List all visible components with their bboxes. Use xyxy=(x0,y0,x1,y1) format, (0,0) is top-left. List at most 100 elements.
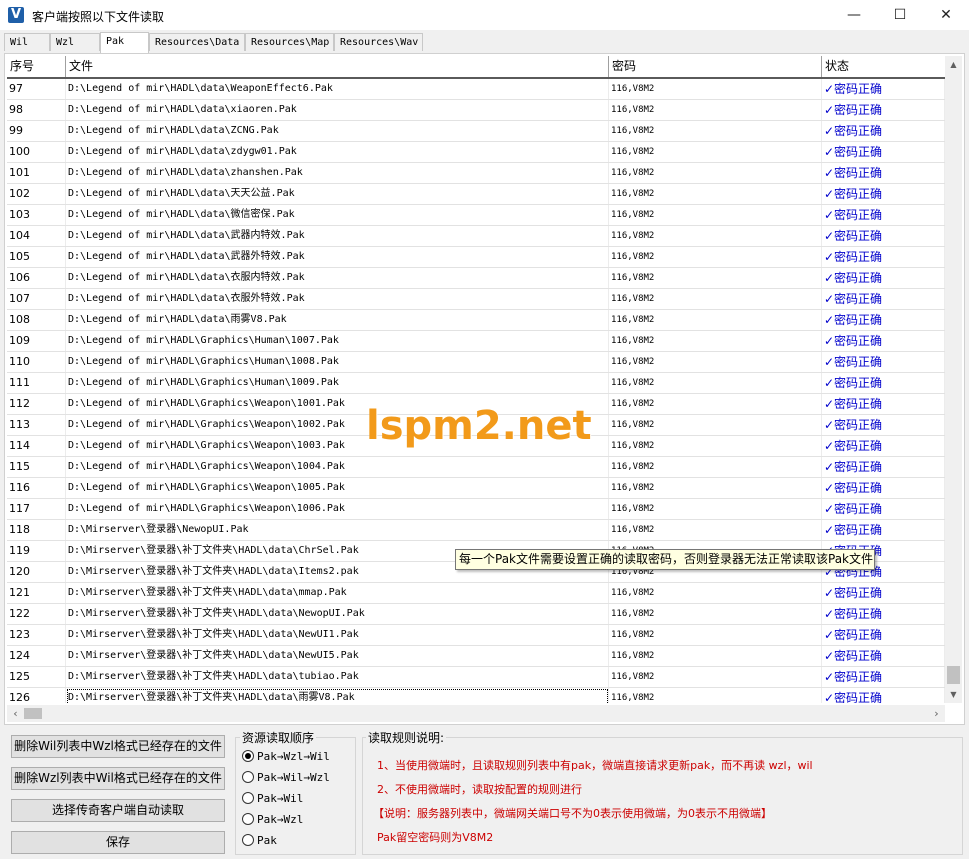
table-row[interactable]: 118 D:\Mirserver\登录器\NewopUI.Pak 116,V8M2 ✓… xyxy=(7,520,945,541)
horizontal-scroll-thumb[interactable] xyxy=(24,708,42,719)
row-password[interactable]: 116,V8M2 xyxy=(609,667,822,687)
row-file-path: D:\Legend of mir\HADL\data\雨雾V8.Pak xyxy=(66,310,609,330)
header-status[interactable]: 状态 xyxy=(822,56,945,77)
table-row[interactable]: 117 D:\Legend of mir\HADL\Graphics\Weapon… xyxy=(7,499,945,520)
table-row[interactable]: 108 D:\Legend of mir\HADL\data\雨雾V8.Pak 11… xyxy=(7,310,945,331)
radio-pak-wil[interactable]: Pak→Wil xyxy=(242,789,303,807)
row-password[interactable]: 116,V8M2 xyxy=(609,457,822,477)
row-status: ✓密码正确 xyxy=(822,163,945,183)
table-row[interactable]: 105 D:\Legend of mir\HADL\data\武器外特效.Pak 1… xyxy=(7,247,945,268)
scroll-down-icon[interactable]: ▼ xyxy=(945,686,962,703)
header-password[interactable]: 密码 xyxy=(609,56,822,77)
radio-checked-icon[interactable] xyxy=(242,750,254,762)
scroll-right-icon[interactable]: › xyxy=(928,705,945,722)
vertical-scroll-thumb[interactable] xyxy=(947,666,960,684)
row-password[interactable]: 116,V8M2 xyxy=(609,205,822,225)
maximize-button[interactable]: ☐ xyxy=(877,0,923,30)
table-row[interactable]: 97 D:\Legend of mir\HADL\data\WeaponEffec… xyxy=(7,79,945,100)
row-status: ✓密码正确 xyxy=(822,688,945,703)
table-row[interactable]: 98 D:\Legend of mir\HADL\data\xiaoren.Pak… xyxy=(7,100,945,121)
row-password[interactable]: 116,V8M2 xyxy=(609,436,822,456)
table-row[interactable]: 106 D:\Legend of mir\HADL\data\衣服内特效.Pak 1… xyxy=(7,268,945,289)
row-password[interactable]: 116,V8M2 xyxy=(609,478,822,498)
row-index: 114 xyxy=(7,436,66,456)
scroll-up-icon[interactable]: ▲ xyxy=(945,56,962,73)
table-row[interactable]: 126 D:\Mirserver\登录器\补丁文件夹\HADL\data\雨雾V8… xyxy=(7,688,945,703)
table-row[interactable]: 121 D:\Mirserver\登录器\补丁文件夹\HADL\data\mmap… xyxy=(7,583,945,604)
save-button[interactable]: 保存 xyxy=(11,831,225,854)
row-index: 126 xyxy=(7,688,66,703)
table-row[interactable]: 125 D:\Mirserver\登录器\补丁文件夹\HADL\data\tubi… xyxy=(7,667,945,688)
row-password[interactable]: 116,V8M2 xyxy=(609,373,822,393)
row-password[interactable]: 116,V8M2 xyxy=(609,247,822,267)
radio-unchecked-icon[interactable] xyxy=(242,771,254,783)
row-index: 105 xyxy=(7,247,66,267)
row-password[interactable]: 116,V8M2 xyxy=(609,583,822,603)
vertical-scrollbar[interactable]: ▲ ▼ xyxy=(945,56,962,703)
row-password[interactable]: 116,V8M2 xyxy=(609,394,822,414)
row-password[interactable]: 116,V8M2 xyxy=(609,226,822,246)
row-password[interactable]: 116,V8M2 xyxy=(609,163,822,183)
table-row[interactable]: 104 D:\Legend of mir\HADL\data\武器内特效.Pak 1… xyxy=(7,226,945,247)
radio-unchecked-icon[interactable] xyxy=(242,834,254,846)
row-password[interactable]: 116,V8M2 xyxy=(609,625,822,645)
row-password[interactable]: 116,V8M2 xyxy=(609,499,822,519)
table-row[interactable]: 99 D:\Legend of mir\HADL\data\ZCNG.Pak 116… xyxy=(7,121,945,142)
row-index: 118 xyxy=(7,520,66,540)
table-row[interactable]: 101 D:\Legend of mir\HADL\data\zhanshen.P… xyxy=(7,163,945,184)
tab-wzl[interactable]: Wzl xyxy=(50,33,100,51)
header-index[interactable]: 序号 xyxy=(7,56,66,77)
row-password[interactable]: 116,V8M2 xyxy=(609,331,822,351)
table-row[interactable]: 124 D:\Mirserver\登录器\补丁文件夹\HADL\data\NewU… xyxy=(7,646,945,667)
table-row[interactable]: 103 D:\Legend of mir\HADL\data\微信密保.Pak 11… xyxy=(7,205,945,226)
table-row[interactable]: 115 D:\Legend of mir\HADL\Graphics\Weapon… xyxy=(7,457,945,478)
tab-wil[interactable]: Wil xyxy=(4,33,50,51)
row-password[interactable]: 116,V8M2 xyxy=(609,79,822,99)
radio-unchecked-icon[interactable] xyxy=(242,792,254,804)
row-password[interactable]: 116,V8M2 xyxy=(609,352,822,372)
tab-resources-map[interactable]: Resources\Map xyxy=(245,33,334,51)
table-row[interactable]: 116 D:\Legend of mir\HADL\Graphics\Weapon… xyxy=(7,478,945,499)
read-rules-title: 读取规则说明: xyxy=(366,729,447,746)
row-password[interactable]: 116,V8M2 xyxy=(609,604,822,624)
delete-wil-duplicates-button[interactable]: 删除Wil列表中Wzl格式已经存在的文件 xyxy=(11,735,225,758)
tab-resources-wav[interactable]: Resources\Wav xyxy=(334,33,423,51)
row-password[interactable]: 116,V8M2 xyxy=(609,184,822,204)
row-password[interactable]: 116,V8M2 xyxy=(609,142,822,162)
tab-pak[interactable]: Pak xyxy=(100,32,149,53)
tab-strip: Wil Wzl Pak Resources\Data Resources\Map… xyxy=(0,32,969,53)
scroll-left-icon[interactable]: ‹ xyxy=(7,705,24,722)
minimize-button[interactable]: — xyxy=(831,0,877,30)
row-password[interactable]: 116,V8M2 xyxy=(609,100,822,120)
table-row[interactable]: 107 D:\Legend of mir\HADL\data\衣服外特效.Pak 1… xyxy=(7,289,945,310)
delete-wzl-duplicates-button[interactable]: 删除Wzl列表中Wil格式已经存在的文件 xyxy=(11,767,225,790)
close-button[interactable]: ✕ xyxy=(923,0,969,30)
row-password[interactable]: 116,V8M2 xyxy=(609,520,822,540)
table-row[interactable]: 102 D:\Legend of mir\HADL\data\天天公益.Pak 11… xyxy=(7,184,945,205)
table-row[interactable]: 122 D:\Mirserver\登录器\补丁文件夹\HADL\data\Newo… xyxy=(7,604,945,625)
row-file-path: D:\Legend of mir\HADL\data\zhanshen.Pak xyxy=(66,163,609,183)
header-file[interactable]: 文件 xyxy=(66,56,609,77)
table-row[interactable]: 110 D:\Legend of mir\HADL\Graphics\Human\… xyxy=(7,352,945,373)
row-password[interactable]: 116,V8M2 xyxy=(609,268,822,288)
radio-pak-wzl[interactable]: Pak→Wzl xyxy=(242,810,303,828)
row-password[interactable]: 116,V8M2 xyxy=(609,688,822,703)
tab-resources-data[interactable]: Resources\Data xyxy=(149,33,245,51)
radio-pak-wzl-wil[interactable]: Pak→Wzl→Wil xyxy=(242,747,330,765)
table-row[interactable]: 123 D:\Mirserver\登录器\补丁文件夹\HADL\data\NewU… xyxy=(7,625,945,646)
pak-file-grid[interactable]: 序号 文件 密码 状态 97 D:\Legend of mir\HADL\data… xyxy=(7,56,945,703)
row-password[interactable]: 116,V8M2 xyxy=(609,646,822,666)
auto-read-client-button[interactable]: 选择传奇客户端自动读取 xyxy=(11,799,225,822)
radio-pak-wil-wzl[interactable]: Pak→Wil→Wzl xyxy=(242,768,330,786)
row-password[interactable]: 116,V8M2 xyxy=(609,289,822,309)
radio-unchecked-icon[interactable] xyxy=(242,813,254,825)
table-row[interactable]: 109 D:\Legend of mir\HADL\Graphics\Human\… xyxy=(7,331,945,352)
row-password[interactable]: 116,V8M2 xyxy=(609,121,822,141)
horizontal-scrollbar[interactable]: ‹ › xyxy=(7,705,945,722)
table-row[interactable]: 100 D:\Legend of mir\HADL\data\zdygw01.Pa… xyxy=(7,142,945,163)
row-password[interactable]: 116,V8M2 xyxy=(609,415,822,435)
table-row[interactable]: 111 D:\Legend of mir\HADL\Graphics\Human\… xyxy=(7,373,945,394)
row-file-path: D:\Legend of mir\HADL\Graphics\Weapon\10… xyxy=(66,478,609,498)
row-password[interactable]: 116,V8M2 xyxy=(609,310,822,330)
radio-pak-only[interactable]: Pak xyxy=(242,831,277,849)
